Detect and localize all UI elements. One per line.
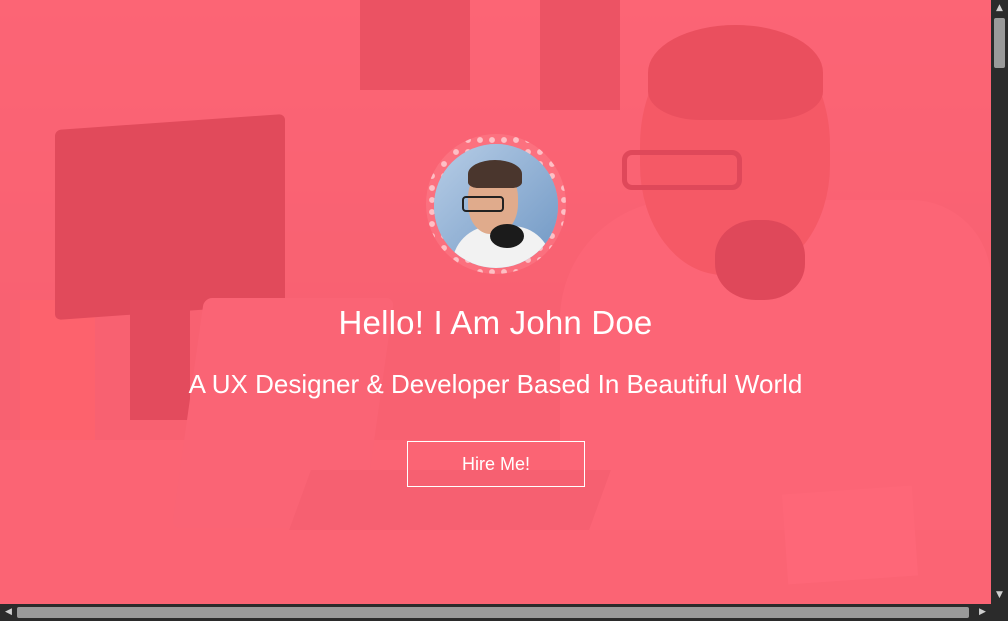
scroll-up-arrow-icon[interactable]: ▲ [991,0,1008,17]
hero-content: Hello! I Am John Doe A UX Designer & Dev… [0,0,991,604]
vertical-scroll-thumb[interactable] [994,18,1005,68]
scroll-right-arrow-icon[interactable]: ▶ [974,604,991,621]
hero-section: Hello! I Am John Doe A UX Designer & Dev… [0,0,991,604]
horizontal-scroll-thumb[interactable] [17,607,969,618]
avatar [434,144,558,268]
scrollbar-corner [991,604,1008,621]
scroll-down-arrow-icon[interactable]: ▼ [991,587,1008,604]
hero-subtitle: A UX Designer & Developer Based In Beaut… [188,369,803,399]
scroll-left-arrow-icon[interactable]: ◀ [0,604,17,621]
vertical-scrollbar[interactable]: ▲ ▼ [991,0,1008,604]
hero-title: Hello! I Am John Doe [338,304,653,341]
hire-me-button[interactable]: Hire Me! [407,441,585,487]
horizontal-scrollbar[interactable]: ◀ ▶ [0,604,991,621]
